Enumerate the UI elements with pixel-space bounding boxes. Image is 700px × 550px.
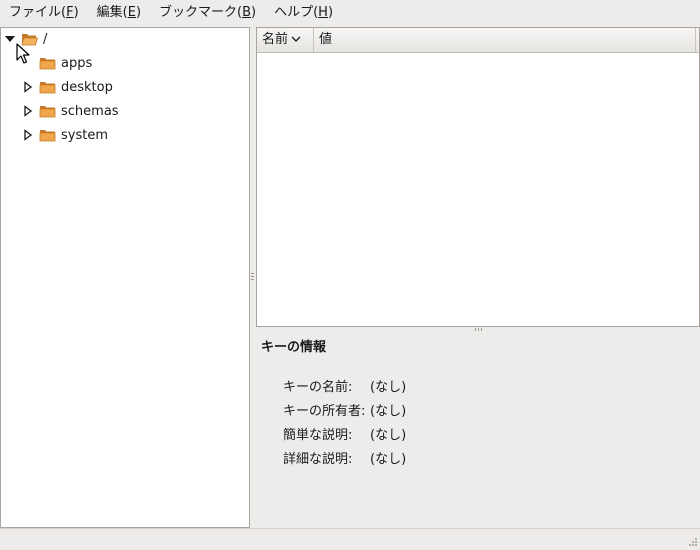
pane-resize-handle-horizontal[interactable] (475, 328, 485, 331)
key-info-label: キーの名前: (283, 380, 353, 395)
gconf-editor-window: ファイル(F) 編集(E) ブックマーク(B) ヘルプ(H) / apps de… (0, 0, 700, 550)
tree-label-root: / (43, 31, 48, 47)
menu-bookmarks[interactable]: ブックマーク(B) (150, 0, 265, 26)
folder-icon (39, 128, 56, 142)
sort-descending-icon (291, 28, 301, 52)
menu-edit-label: 編集( (96, 5, 128, 20)
folder-icon (39, 104, 56, 118)
pane-resize-handle-vertical[interactable] (251, 273, 254, 283)
header-end-stub (695, 28, 699, 52)
tree-row-root[interactable]: / (4, 28, 47, 50)
menu-file-suffix: ) (73, 5, 79, 20)
menu-edit-mnemonic: E (127, 5, 136, 20)
key-info-row-name: キーの名前: (なし) (283, 376, 406, 396)
key-value-list[interactable]: 名前 値 (256, 27, 700, 327)
tree-label-schemas: schemas (61, 103, 119, 119)
key-info-value: (なし) (370, 404, 407, 419)
open-folder-icon (21, 32, 38, 46)
menu-bookmarks-suffix: ) (251, 5, 257, 20)
key-info-row-long-desc: 詳細な説明: (なし) (283, 448, 406, 468)
collapsed-triangle-icon[interactable] (22, 129, 34, 141)
column-header-value-label: 値 (319, 32, 333, 47)
collapsed-triangle-icon[interactable] (22, 105, 34, 117)
list-header: 名前 値 (257, 28, 699, 53)
collapsed-triangle-icon[interactable] (22, 81, 34, 93)
menu-help-label: ヘルプ( (274, 5, 319, 20)
column-header-value[interactable]: 値 (314, 28, 699, 52)
key-info-value: (なし) (370, 380, 407, 395)
key-info-label: キーの所有者: (283, 404, 366, 419)
key-info-label: 簡単な説明: (283, 428, 353, 443)
column-header-name[interactable]: 名前 (257, 28, 314, 52)
tree-row-schemas[interactable]: schemas (22, 100, 119, 122)
menu-edit-suffix: ) (135, 5, 142, 20)
tree-row-desktop[interactable]: desktop (22, 76, 113, 98)
tree-label-desktop: desktop (61, 79, 113, 95)
menu-edit[interactable]: 編集(E) (88, 0, 150, 26)
key-info-row-short-desc: 簡単な説明: (なし) (283, 424, 406, 444)
folder-icon (39, 80, 56, 94)
tree-label-system: system (61, 127, 108, 143)
column-header-name-label: 名前 (262, 32, 289, 47)
expanded-triangle-icon[interactable] (4, 33, 16, 45)
tree-row-system[interactable]: system (22, 124, 108, 146)
tree-label-apps: apps (61, 55, 93, 71)
directory-tree[interactable]: / apps desktop schemas system (0, 27, 250, 528)
menu-help-suffix: ) (327, 5, 334, 20)
menu-bookmarks-mnemonic: B (242, 5, 252, 20)
menu-bookmarks-label: ブックマーク( (159, 5, 243, 20)
folder-icon (39, 56, 56, 70)
key-info-value: (なし) (370, 452, 407, 467)
menubar: ファイル(F) 編集(E) ブックマーク(B) ヘルプ(H) (0, 0, 700, 26)
menu-help-mnemonic: H (318, 5, 328, 20)
tree-row-apps[interactable]: apps (22, 52, 92, 74)
key-info-title: キーの情報 (261, 340, 327, 355)
key-info-row-owner: キーの所有者: (なし) (283, 400, 406, 420)
menu-file-mnemonic: F (66, 5, 74, 20)
key-info-label: 詳細な説明: (283, 452, 353, 467)
key-info-panel: キーの情報 キーの名前: (なし) キーの所有者: (なし) 簡単な説明: (な… (261, 333, 691, 523)
window-resize-grip-icon[interactable] (686, 537, 698, 549)
menu-help[interactable]: ヘルプ(H) (265, 0, 342, 26)
menu-file-label: ファイル( (9, 5, 67, 20)
menu-file[interactable]: ファイル(F) (0, 0, 88, 26)
statusbar (0, 528, 700, 550)
key-info-value: (なし) (370, 428, 407, 443)
